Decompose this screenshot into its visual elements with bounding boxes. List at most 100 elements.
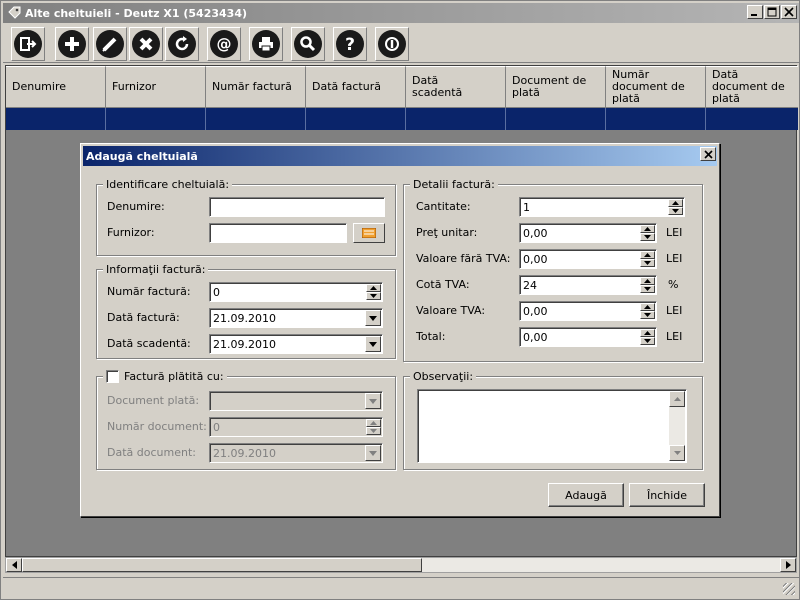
grid-cell[interactable] [6, 108, 106, 130]
minimize-button[interactable] [747, 5, 763, 19]
window-title: Alte cheltuieli - Deutz X1 (5423434) [25, 6, 248, 20]
grid-column-header[interactable]: Dată factură [306, 66, 406, 108]
valoare-tva-spinner[interactable] [640, 303, 655, 319]
data-document-select[interactable]: 21.09.2010 [209, 443, 383, 463]
inchide-button[interactable]: Închide [629, 483, 705, 507]
document-plata-select[interactable] [209, 391, 383, 411]
spin-up-button[interactable] [640, 277, 655, 285]
exit-button[interactable] [11, 27, 45, 61]
cantitate-spinner[interactable] [668, 199, 683, 215]
scroll-down-button[interactable] [669, 445, 685, 461]
search-button[interactable] [291, 27, 325, 61]
grid-cell[interactable] [406, 108, 506, 130]
furnizor-pick-button[interactable] [353, 223, 385, 243]
spin-down-button[interactable] [640, 311, 655, 319]
numar-document-input[interactable]: 0 [209, 417, 383, 437]
observatii-textarea[interactable] [417, 389, 687, 463]
grid-cell[interactable] [306, 108, 406, 130]
spin-up-button[interactable] [640, 329, 655, 337]
data-factura-select[interactable]: 21.09.2010 [209, 308, 383, 328]
grid-column-header[interactable]: Număr document de plată [606, 66, 706, 108]
valoare-fara-tva-spinner[interactable] [640, 251, 655, 267]
grid-column-header[interactable]: Dată document de plată [706, 66, 798, 108]
spin-down-button[interactable] [366, 292, 381, 300]
arrow-down-icon [644, 287, 651, 291]
cota-tva-input[interactable]: 24 [519, 275, 657, 295]
svg-text:?: ? [345, 35, 355, 54]
grid-column-header[interactable]: Denumire [6, 66, 106, 108]
valoare-fara-tva-input[interactable]: 0,00 [519, 249, 657, 269]
valoare-tva-unit: LEI [666, 304, 683, 317]
scroll-thumb[interactable] [22, 558, 422, 572]
scroll-up-button[interactable] [669, 391, 685, 407]
pret-unitar-input[interactable]: 0,00 [519, 223, 657, 243]
spin-up-button[interactable] [668, 199, 683, 207]
data-factura-dropdown[interactable] [365, 310, 381, 326]
dialog-titlebar[interactable]: Adaugă cheltuială [83, 146, 717, 166]
info-button[interactable] [375, 27, 409, 61]
window-titlebar[interactable]: Alte cheltuieli - Deutz X1 (5423434) [3, 3, 799, 23]
valoare-tva-input[interactable]: 0,00 [519, 301, 657, 321]
maximize-icon [767, 7, 777, 17]
spin-down-button[interactable] [640, 337, 655, 345]
arrow-down-icon [672, 209, 679, 213]
observatii-scrollbar[interactable] [669, 391, 685, 461]
grid-cell[interactable] [606, 108, 706, 130]
add-button[interactable] [55, 27, 89, 61]
cantitate-input[interactable]: 1 [519, 197, 685, 217]
email-button[interactable]: @ [207, 27, 241, 61]
grid-column-header[interactable]: Document de plată [506, 66, 606, 108]
scroll-left-button[interactable] [6, 558, 22, 572]
data-document-dropdown[interactable] [365, 445, 381, 461]
grid-cell[interactable] [506, 108, 606, 130]
spin-up-button[interactable] [640, 303, 655, 311]
maximize-button[interactable] [764, 5, 780, 19]
total-value: 0,00 [523, 330, 548, 344]
pret-unitar-spinner[interactable] [640, 225, 655, 241]
grid-column-header[interactable]: Dată scadentă [406, 66, 506, 108]
data-scadenta-dropdown[interactable] [365, 336, 381, 352]
close-button[interactable] [781, 5, 797, 19]
data-scadenta-select[interactable]: 21.09.2010 [209, 334, 383, 354]
spin-down-button[interactable] [640, 285, 655, 293]
edit-button[interactable] [93, 27, 127, 61]
spin-up-button[interactable] [640, 225, 655, 233]
grid-cell[interactable] [206, 108, 306, 130]
document-plata-dropdown[interactable] [365, 393, 381, 409]
numar-document-spinner[interactable] [366, 419, 381, 435]
adauga-button[interactable]: Adaugă [548, 483, 624, 507]
refresh-button[interactable] [165, 27, 199, 61]
scroll-right-button[interactable] [780, 558, 796, 572]
delete-button[interactable] [129, 27, 163, 61]
spin-down-button[interactable] [668, 207, 683, 215]
numar-factura-input[interactable]: 0 [209, 282, 383, 302]
numar-factura-spinner[interactable] [366, 284, 381, 300]
platita-checkbox[interactable] [106, 370, 119, 383]
cota-tva-spinner[interactable] [640, 277, 655, 293]
grid-selected-row[interactable] [6, 108, 798, 130]
platita-group-title[interactable]: Factură plătită cu: [103, 370, 227, 383]
grid-column-header[interactable]: Furnizor [106, 66, 206, 108]
spin-down-button[interactable] [640, 259, 655, 267]
total-input[interactable]: 0,00 [519, 327, 657, 347]
denumire-input[interactable] [209, 197, 385, 217]
furnizor-input[interactable] [209, 223, 347, 243]
resize-grip[interactable] [783, 583, 795, 595]
horizontal-scrollbar[interactable] [5, 557, 797, 573]
exit-icon [20, 37, 37, 51]
print-button[interactable] [249, 27, 283, 61]
grid-cell[interactable] [106, 108, 206, 130]
spin-down-button[interactable] [366, 427, 381, 435]
data-document-label: Dată document: [107, 446, 196, 459]
spin-down-button[interactable] [640, 233, 655, 241]
help-button[interactable]: ? [333, 27, 367, 61]
total-spinner[interactable] [640, 329, 655, 345]
grid-column-header[interactable]: Număr factură [206, 66, 306, 108]
spin-up-button[interactable] [640, 251, 655, 259]
spin-up-button[interactable] [366, 419, 381, 427]
dialog-close-button[interactable] [700, 147, 716, 161]
info-icon [385, 37, 399, 51]
spin-up-button[interactable] [366, 284, 381, 292]
grid-cell[interactable] [706, 108, 798, 130]
cota-tva-unit: % [668, 278, 679, 291]
